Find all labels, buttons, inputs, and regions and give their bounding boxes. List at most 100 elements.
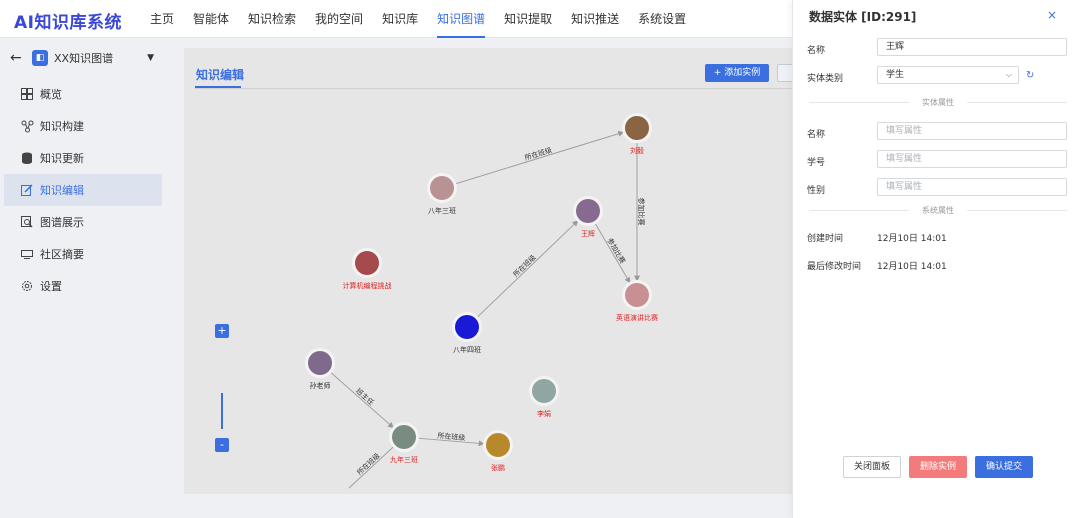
entity-detail-panel: 数据实体 [ID:291] × 名称 王辉 实体类别 学生 ⌵ ↻ 实体属性 名… <box>792 0 1080 518</box>
graph-node[interactable]: 李娟 <box>529 376 559 418</box>
arrow-left-icon[interactable]: ← <box>10 50 30 66</box>
tab-divider <box>195 88 796 89</box>
graph-node[interactable]: 计算机编程挑战 <box>343 248 392 290</box>
graph-node-circle[interactable] <box>486 433 510 457</box>
name-label: 名称 <box>807 46 826 56</box>
sidebar-item-label: 概览 <box>40 88 62 101</box>
knowledge-edit-card: 所在班级 参加比赛 参加比赛 所在班级 班主任 所在班级 所在班级 刘毅 八年三班 王辉 英语演讲… <box>184 48 796 494</box>
add-instance-button[interactable]: + 添加实例 <box>705 64 769 82</box>
gear-icon <box>20 279 34 293</box>
name-field[interactable]: 王辉 <box>877 38 1067 56</box>
graph-node-circle[interactable] <box>455 315 479 339</box>
graph-node-icon <box>20 119 34 133</box>
graph-edge-label: 所在班级 <box>523 145 552 162</box>
entity-attrs-divider: 实体属性 <box>809 97 1067 107</box>
nav-item-8[interactable]: 系统设置 <box>638 0 686 38</box>
zoom-slider[interactable] <box>221 393 223 429</box>
sidebar-item-4[interactable]: 图谱展示 <box>4 206 162 238</box>
graph-edge[interactable] <box>455 130 625 185</box>
graph-node[interactable]: 英语演讲比赛 <box>616 280 658 322</box>
graph-node-label: 张鹏 <box>491 463 505 472</box>
graph-node-circle[interactable] <box>625 116 649 140</box>
sidebar-menu: 概览知识构建知识更新知识编辑图谱展示社区摘要设置 <box>0 78 168 302</box>
nav-item-4[interactable]: 知识库 <box>382 0 418 38</box>
database-icon <box>20 151 34 165</box>
graph-edge-label: 所在班级 <box>511 253 537 279</box>
zoom-out-button[interactable]: - <box>215 438 229 452</box>
graph-node-label: 刘毅 <box>630 146 644 155</box>
sidebar-item-0[interactable]: 概览 <box>4 78 162 110</box>
graph-node-label: 计算机编程挑战 <box>343 281 392 290</box>
graph-node-label: 八年三班 <box>428 206 456 215</box>
sidebar-item-2[interactable]: 知识更新 <box>4 142 162 174</box>
modified-value: 12月10日 14:01 <box>877 262 947 272</box>
attr-input[interactable]: 填写属性 <box>877 122 1067 140</box>
sidebar-item-3[interactable]: 知识编辑 <box>4 174 162 206</box>
graph-edge-label: 参加比赛 <box>637 198 646 226</box>
attr-input[interactable]: 填写属性 <box>877 178 1067 196</box>
magnifier-icon <box>20 215 34 229</box>
grid-icon <box>20 87 34 101</box>
sidebar-item-5[interactable]: 社区摘要 <box>4 238 162 270</box>
sidebar-item-1[interactable]: 知识构建 <box>4 110 162 142</box>
graph-edge-label: 班主任 <box>354 386 376 407</box>
graph-node-circle[interactable] <box>576 199 600 223</box>
graph-node[interactable]: 八年四班 <box>452 312 482 354</box>
nav-item-1[interactable]: 智能体 <box>193 0 229 38</box>
entity-attrs-heading: 实体属性 <box>922 98 954 107</box>
graph-node[interactable]: 王辉 <box>573 196 603 238</box>
graph-node-label: 孙老师 <box>310 381 331 390</box>
main-nav: 主页 智能体 知识检索 我的空间 知识库 知识图谱 知识提取 知识推送 系统设置 <box>150 0 705 38</box>
graph-node-label: 九年三班 <box>390 455 418 464</box>
graph-node[interactable]: 九年三班 <box>389 422 419 464</box>
attr-label: 学号 <box>807 158 826 168</box>
kb-name: XX知识图谱 <box>54 52 114 65</box>
created-label: 创建时间 <box>807 234 844 244</box>
app-logo[interactable]: AI知识库系统 <box>14 8 122 33</box>
graph-edge-label: 参加比赛 <box>605 236 627 265</box>
close-panel-button[interactable]: 关闭面板 <box>843 456 901 478</box>
graph-node-circle[interactable] <box>308 351 332 375</box>
kb-icon: ◧ <box>32 50 48 66</box>
attr-input[interactable]: 填写属性 <box>877 150 1067 168</box>
attr-label: 名称 <box>807 130 826 140</box>
graph-node[interactable]: 孙老师 <box>305 348 335 390</box>
delete-instance-button[interactable]: 删除实例 <box>909 456 967 478</box>
sidebar-item-label: 社区摘要 <box>40 248 84 261</box>
close-icon[interactable]: × <box>1047 8 1057 22</box>
graph-edge[interactable] <box>476 220 579 318</box>
sidebar-item-label: 图谱展示 <box>40 216 84 229</box>
graph-node[interactable]: 刘毅 <box>622 113 652 155</box>
created-value: 12月10日 14:01 <box>877 234 947 244</box>
graph-node-circle[interactable] <box>355 251 379 275</box>
sidebar-item-6[interactable]: 设置 <box>4 270 162 302</box>
graph-edge[interactable] <box>594 222 631 284</box>
nav-item-0[interactable]: 主页 <box>150 0 174 38</box>
nav-item-3[interactable]: 我的空间 <box>315 0 363 38</box>
modified-label: 最后修改时间 <box>807 262 862 272</box>
nav-item-6[interactable]: 知识提取 <box>504 0 552 38</box>
entity-type-select[interactable]: 学生 ⌵ <box>877 66 1019 84</box>
nav-item-2[interactable]: 知识检索 <box>248 0 296 38</box>
graph-node-circle[interactable] <box>392 425 416 449</box>
graph-node-circle[interactable] <box>430 176 454 200</box>
tab-knowledge-edit[interactable]: 知识编辑 <box>196 66 244 83</box>
graph-node-label: 英语演讲比赛 <box>616 313 658 322</box>
graph-node[interactable]: 八年三班 <box>427 173 457 215</box>
system-attrs-heading: 系统属性 <box>922 206 954 215</box>
graph-node-circle[interactable] <box>625 283 649 307</box>
knowledge-graph-canvas[interactable]: 所在班级参加比赛参加比赛所在班级班主任所在班级所在班级 刘毅八年三班王辉英语演讲… <box>184 48 796 494</box>
graph-edge[interactable] <box>330 371 394 429</box>
refresh-icon[interactable]: ↻ <box>1026 70 1034 81</box>
sidebar-item-label: 知识更新 <box>40 152 84 165</box>
caret-down-icon[interactable]: ▼ <box>147 53 154 63</box>
nav-item-7[interactable]: 知识推送 <box>571 0 619 38</box>
graph-node-label: 王辉 <box>581 230 595 238</box>
nav-item-5[interactable]: 知识图谱 <box>437 0 486 38</box>
zoom-in-button[interactable]: + <box>215 324 229 338</box>
kb-selector[interactable]: ← ◧ XX知识图谱 ▼ <box>0 38 168 78</box>
graph-node-circle[interactable] <box>532 379 556 403</box>
confirm-submit-button[interactable]: 确认提交 <box>975 456 1033 478</box>
graph-node-label: 李娟 <box>537 409 551 418</box>
graph-node[interactable]: 张鹏 <box>483 430 513 472</box>
